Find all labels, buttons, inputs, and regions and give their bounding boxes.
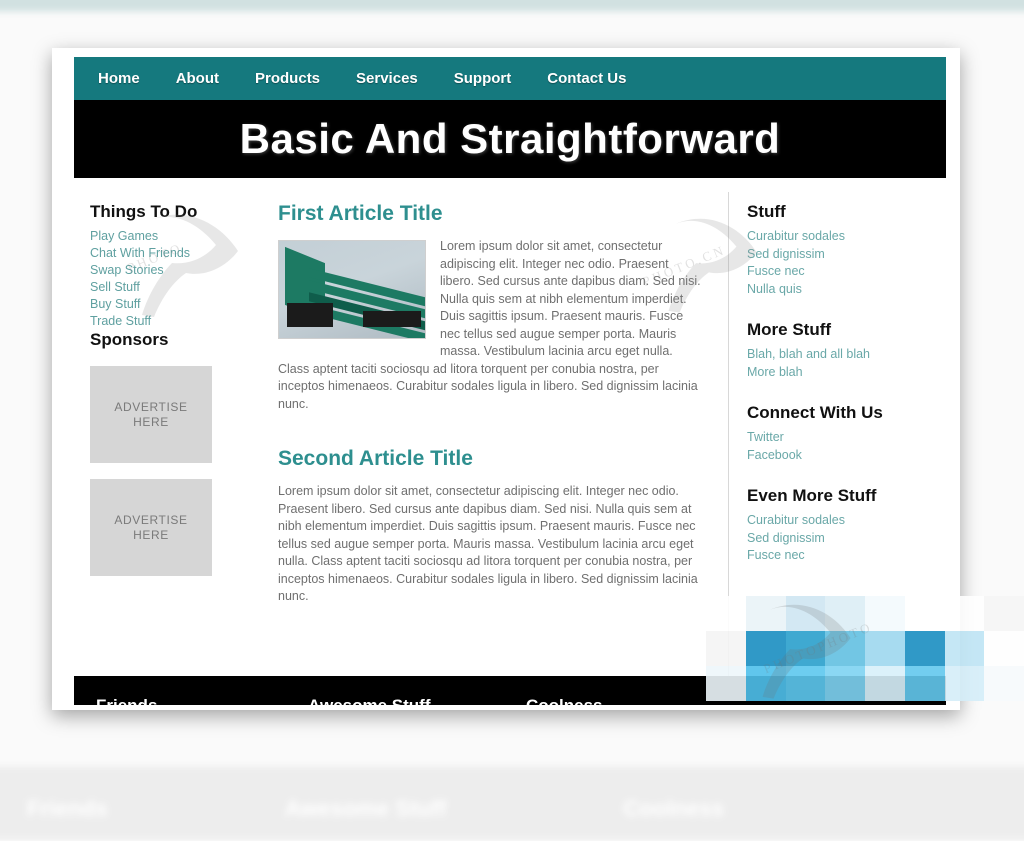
bench-leg xyxy=(363,311,421,327)
page-content: Home About Products Services Support Con… xyxy=(74,57,946,705)
nav-item-home[interactable]: Home xyxy=(98,70,140,87)
advertise-slot-1[interactable]: ADVERTISE HERE xyxy=(90,366,212,463)
left-sidebar: Things To Do Play Games Chat With Friend… xyxy=(74,192,264,676)
sponsors-heading: Sponsors xyxy=(90,330,169,349)
list-item[interactable]: Sell Stuff xyxy=(90,279,250,296)
footer-column-friends: Friends xyxy=(96,696,308,705)
list-item[interactable]: Blah, blah and all blah xyxy=(747,346,932,364)
list-item[interactable]: Sed dignissim xyxy=(747,246,932,264)
things-to-do-list: Play Games Chat With Friends Swap Storie… xyxy=(90,228,250,330)
more-stuff-heading: More Stuff xyxy=(747,320,832,339)
footer-column-coolness: Coolness xyxy=(526,696,603,705)
even-more-stuff-list: Curabitur sodales Sed dignissim Fusce ne… xyxy=(747,512,932,565)
ad-line-2: HERE xyxy=(133,414,169,429)
nav-item-about[interactable]: About xyxy=(176,70,219,87)
list-item[interactable]: Play Games xyxy=(90,228,250,245)
list-item[interactable]: Fusce nec xyxy=(747,263,932,281)
bg-footer-col-3: Coolness xyxy=(623,797,725,823)
stuff-list: Curabitur sodales Sed dignissim Fusce ne… xyxy=(747,228,932,298)
article-body: Lorem ipsum dolor sit amet, consectetur … xyxy=(278,484,698,603)
background-footer: Friends Awesome Stuff Coolness xyxy=(0,766,1024,841)
nav-item-support[interactable]: Support xyxy=(454,70,512,87)
article-title: Second Article Title xyxy=(278,447,473,470)
list-item-facebook[interactable]: Facebook xyxy=(747,447,932,465)
list-item[interactable]: Curabitur sodales xyxy=(747,228,932,246)
site-footer: Friends Awesome Stuff Coolness xyxy=(74,676,946,705)
list-item[interactable]: Chat With Friends xyxy=(90,245,250,262)
footer-column-awesome-stuff: Awesome Stuff xyxy=(308,696,526,705)
background-navbar: Home About Products Services Support Con… xyxy=(0,0,1024,12)
list-item[interactable]: Fusce nec xyxy=(747,547,932,565)
more-stuff-list: Blah, blah and all blah More blah xyxy=(747,346,932,381)
article-title: First Article Title xyxy=(278,202,443,225)
list-item[interactable]: More blah xyxy=(747,364,932,382)
ad-line-2: HERE xyxy=(133,527,169,542)
list-item[interactable]: Sed dignissim xyxy=(747,530,932,548)
article-first: First Article Title Lorem ipsum dolor si… xyxy=(278,202,706,413)
green-bench-photo xyxy=(278,240,426,339)
nav-item-contact-us[interactable]: Contact Us xyxy=(547,70,626,87)
advertise-slot-2[interactable]: ADVERTISE HERE xyxy=(90,479,212,576)
list-item[interactable]: Buy Stuff xyxy=(90,296,250,313)
list-item[interactable]: Nulla quis xyxy=(747,281,932,299)
connect-with-us-list: Twitter Facebook xyxy=(747,429,932,464)
list-item[interactable]: Swap Stories xyxy=(90,262,250,279)
things-to-do-heading: Things To Do xyxy=(90,202,198,221)
list-item[interactable]: Trade Stuff xyxy=(90,313,250,330)
main-navigation: Home About Products Services Support Con… xyxy=(74,57,946,100)
bg-footer-col-1: Friends xyxy=(26,797,108,823)
list-item-twitter[interactable]: Twitter xyxy=(747,429,932,447)
nav-item-products[interactable]: Products xyxy=(255,70,320,87)
main-column: First Article Title Lorem ipsum dolor si… xyxy=(264,192,728,676)
content-columns: Things To Do Play Games Chat With Friend… xyxy=(74,178,946,676)
ad-line-1: ADVERTISE xyxy=(114,399,188,414)
bench-leg xyxy=(287,303,333,327)
nav-item-services[interactable]: Services xyxy=(356,70,418,87)
ad-line-1: ADVERTISE xyxy=(114,512,188,527)
article-second: Second Article Title Lorem ipsum dolor s… xyxy=(278,447,706,606)
bg-footer-col-2: Awesome Stuff xyxy=(284,797,447,823)
stuff-heading: Stuff xyxy=(747,202,786,221)
browser-window: Home About Products Services Support Con… xyxy=(52,48,960,710)
right-sidebar: Stuff Curabitur sodales Sed dignissim Fu… xyxy=(728,192,946,676)
connect-with-us-heading: Connect With Us xyxy=(747,403,883,422)
even-more-stuff-heading: Even More Stuff xyxy=(747,486,877,505)
page-title: Basic And Straightforward xyxy=(239,115,781,162)
hero-banner: Basic And Straightforward xyxy=(74,100,946,178)
list-item[interactable]: Curabitur sodales xyxy=(747,512,932,530)
